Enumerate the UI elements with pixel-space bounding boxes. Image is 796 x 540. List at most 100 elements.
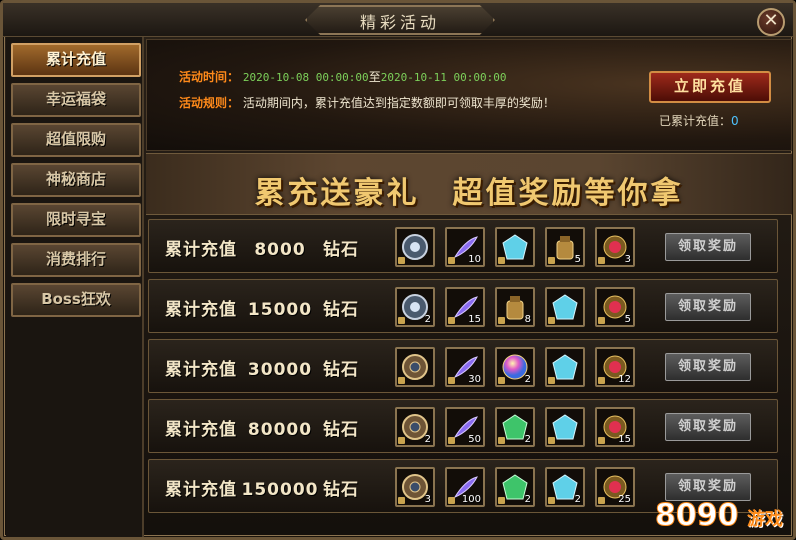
activity-time-row: 活动时间： 2020-10-08 00:00:00至2020-10-11 00:… xyxy=(179,68,507,85)
reward-prefix: 累计充值 xyxy=(165,360,237,380)
bound-lock-icon xyxy=(598,377,605,384)
claim-reward-button[interactable]: 领取奖励 xyxy=(665,353,751,381)
reward-item-slot[interactable]: 3 xyxy=(595,227,635,267)
bound-lock-icon xyxy=(448,437,455,444)
reward-item-slot[interactable]: 15 xyxy=(445,287,485,327)
title-bar: 精彩活动 ✕ xyxy=(3,3,793,37)
item-count: 15 xyxy=(618,434,631,445)
reward-item-slot[interactable]: 100 xyxy=(445,467,485,507)
reward-item-slot[interactable]: 5 xyxy=(545,227,585,267)
item-count: 2 xyxy=(424,434,431,445)
reward-item-slot[interactable]: 15 xyxy=(595,407,635,447)
activity-info-panel: 活动时间： 2020-10-08 00:00:00至2020-10-11 00:… xyxy=(146,39,792,151)
activity-window: 精彩活动 ✕ 累计充值 幸运福袋 超值限购 神秘商店 限时寻宝 消费排行 Bos… xyxy=(0,0,796,540)
item-count: 2 xyxy=(524,374,531,385)
bound-lock-icon xyxy=(598,437,605,444)
item-count: 10 xyxy=(468,254,481,265)
reward-item-slot[interactable] xyxy=(545,347,585,387)
reward-item-slot[interactable]: 2 xyxy=(495,407,535,447)
reward-item-slot[interactable]: 50 xyxy=(445,407,485,447)
item-count: 2 xyxy=(574,494,581,505)
item-count: 3 xyxy=(424,494,431,505)
activity-time-label: 活动时间： xyxy=(179,70,240,84)
reward-unit: 钻石 xyxy=(323,420,359,440)
activity-rule-row: 活动规则： 活动期间内，累计充值达到指定数额即可领取丰厚的奖励！ xyxy=(179,94,555,111)
reward-row: 累计充值 8000 钻石 10 5 3 领取奖励 xyxy=(148,219,778,273)
reward-item-slot[interactable]: 2 xyxy=(395,407,435,447)
promo-banner: 累充送豪礼 超值奖励等你拿 xyxy=(146,153,792,215)
reward-item-slot[interactable] xyxy=(395,347,435,387)
sidebar-item-treasure-hunt[interactable]: 限时寻宝 xyxy=(11,203,141,237)
reward-item-slot[interactable] xyxy=(395,227,435,267)
sidebar-item-spending-rank[interactable]: 消费排行 xyxy=(11,243,141,277)
bound-lock-icon xyxy=(498,377,505,384)
bound-lock-icon xyxy=(548,377,555,384)
close-icon: ✕ xyxy=(763,10,779,31)
reward-amount: 80000 xyxy=(247,420,313,440)
bound-lock-icon xyxy=(548,317,555,324)
item-count: 50 xyxy=(468,434,481,445)
reward-prefix: 累计充值 xyxy=(165,300,237,320)
claim-reward-button[interactable]: 领取奖励 xyxy=(665,293,751,321)
item-count: 12 xyxy=(618,374,631,385)
bound-lock-icon xyxy=(448,497,455,504)
reward-amount: 150000 xyxy=(241,480,319,500)
item-count: 5 xyxy=(624,314,631,325)
bound-lock-icon xyxy=(598,257,605,264)
reward-item-slot[interactable] xyxy=(545,407,585,447)
reward-item-slot[interactable]: 25 xyxy=(595,467,635,507)
item-count: 15 xyxy=(468,314,481,325)
sidebar-item-cumulative-recharge[interactable]: 累计充值 xyxy=(11,43,141,77)
bound-lock-icon xyxy=(448,257,455,264)
reward-item-slot[interactable]: 3 xyxy=(395,467,435,507)
reward-threshold: 累计充值 8000 钻石 xyxy=(165,235,359,260)
reward-prefix: 累计充值 xyxy=(165,480,237,500)
activity-rule-text: 活动期间内，累计充值达到指定数额即可领取丰厚的奖励！ xyxy=(242,96,555,110)
item-count: 30 xyxy=(468,374,481,385)
reward-item-slot[interactable]: 2 xyxy=(495,347,535,387)
claim-reward-button[interactable]: 领取奖励 xyxy=(665,233,751,261)
reward-amount: 8000 xyxy=(254,240,306,260)
reward-prefix: 累计充值 xyxy=(165,240,237,260)
sidebar-item-limited-purchase[interactable]: 超值限购 xyxy=(11,123,141,157)
activity-rule-label: 活动规则： xyxy=(179,96,240,110)
sidebar-item-lucky-bag[interactable]: 幸运福袋 xyxy=(11,83,141,117)
reward-unit: 钻石 xyxy=(323,480,359,500)
reward-item-slot[interactable]: 10 xyxy=(445,227,485,267)
reward-item-slot[interactable]: 30 xyxy=(445,347,485,387)
reward-row: 累计充值 30000 钻石 30 2 12 领取奖励 xyxy=(148,339,778,393)
bound-lock-icon xyxy=(398,437,405,444)
sidebar-item-boss-carnival[interactable]: Boss狂欢 xyxy=(11,283,141,317)
reward-item-slot[interactable]: 8 xyxy=(495,287,535,327)
window-title: 精彩活动 xyxy=(359,13,440,32)
reward-item-slot[interactable]: 12 xyxy=(595,347,635,387)
bound-lock-icon xyxy=(548,437,555,444)
site-watermark: 8090 游戏 xyxy=(653,487,783,534)
bound-lock-icon xyxy=(398,497,405,504)
reward-item-slot[interactable]: 2 xyxy=(495,467,535,507)
activity-time-end: 2020-10-11 00:00:00 xyxy=(380,71,507,84)
reward-unit: 钻石 xyxy=(323,300,359,320)
item-count: 2 xyxy=(524,434,531,445)
reward-item-slot[interactable] xyxy=(545,287,585,327)
total-recharged-value: 0 xyxy=(731,114,739,128)
item-count: 5 xyxy=(574,254,581,265)
activity-time-start: 2020-10-08 00:00:00 xyxy=(242,71,369,84)
reward-threshold: 累计充值 30000 钻石 xyxy=(165,355,359,380)
reward-item-slot[interactable]: 2 xyxy=(395,287,435,327)
reward-threshold: 累计充值 15000 钻石 xyxy=(165,295,359,320)
watermark-text: 游戏 xyxy=(747,509,783,530)
bound-lock-icon xyxy=(498,317,505,324)
close-button[interactable]: ✕ xyxy=(757,8,785,36)
recharge-now-button[interactable]: 立即充值 xyxy=(649,71,771,103)
claim-reward-button[interactable]: 领取奖励 xyxy=(665,413,751,441)
bound-lock-icon xyxy=(448,317,455,324)
reward-threshold: 累计充值 150000 钻石 xyxy=(165,475,359,500)
bound-lock-icon xyxy=(498,497,505,504)
sidebar-item-mystery-shop[interactable]: 神秘商店 xyxy=(11,163,141,197)
reward-item-slot[interactable]: 5 xyxy=(595,287,635,327)
reward-row: 累计充值 15000 钻石 2 15 8 5 领取奖励 xyxy=(148,279,778,333)
bound-lock-icon xyxy=(398,257,405,264)
reward-item-slot[interactable]: 2 xyxy=(545,467,585,507)
reward-item-slot[interactable] xyxy=(495,227,535,267)
